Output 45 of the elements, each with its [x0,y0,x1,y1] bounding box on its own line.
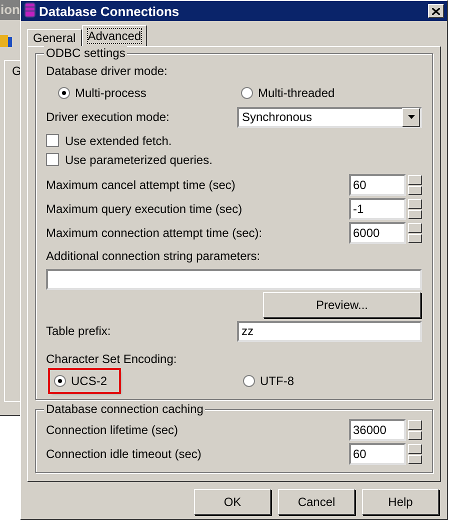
number-field[interactable]: 60 [349,443,406,465]
field-label: Connection lifetime (sec) [46,422,178,438]
field-label: Connection idle timeout (sec) [46,446,202,462]
field-label: Additional connection string parameters: [46,248,262,265]
radio-circle[interactable] [58,87,70,99]
caret-icon [408,115,414,119]
field-label: Maximum query execution time (sec) [46,200,242,218]
field-label: Maximum connection attempt time (sec): [46,224,262,242]
close-button[interactable] [428,4,444,18]
text-field[interactable]: zz [237,321,422,342]
radio-label[interactable]: UCS-2 [71,374,108,388]
spin-buttons[interactable] [408,420,422,440]
number-field[interactable]: 60 [349,174,406,196]
radio-circle[interactable] [243,375,256,387]
spin-buttons[interactable] [408,223,422,243]
dialog-button[interactable]: Help [362,489,439,515]
spin-buttons[interactable] [408,175,422,195]
text-field[interactable] [46,269,422,290]
radio-label[interactable]: Multi-process [75,86,146,100]
spin-buttons[interactable] [408,199,422,219]
field-label: Character Set Encoding: [46,351,178,368]
field-label: Driver execution mode: [46,108,170,126]
tab[interactable]: General [27,29,82,46]
dialog-button[interactable]: OK [194,489,271,515]
close-icon [432,8,440,14]
field-label: Maximum cancel attempt time (sec) [46,176,236,194]
group-title: Database connection caching [44,402,206,416]
number-field[interactable]: 36000 [349,419,406,441]
tab[interactable]: Advanced [82,25,148,46]
radio-circle[interactable] [241,87,253,99]
dropdown[interactable]: Synchronous [237,106,422,128]
radio-circle[interactable] [54,375,66,387]
dialog-button[interactable]: Cancel [278,489,355,515]
window-title: Database Connections [39,4,180,18]
number-field[interactable]: -1 [349,198,406,220]
field-label: Table prefix: [46,323,112,340]
spin-buttons[interactable] [408,444,422,464]
checkbox[interactable]: Use parameterized queries. [46,150,422,169]
group-title: ODBC settings [44,46,128,60]
number-field[interactable]: 6000 [349,222,406,244]
checkbox[interactable]: Use extended fetch. [46,131,422,150]
radio-label[interactable]: Multi-threaded [258,86,335,100]
preview-button[interactable]: Preview... [263,292,421,318]
radio-label[interactable]: UTF-8 [260,374,294,388]
field-label: Database driver mode: [46,63,168,80]
